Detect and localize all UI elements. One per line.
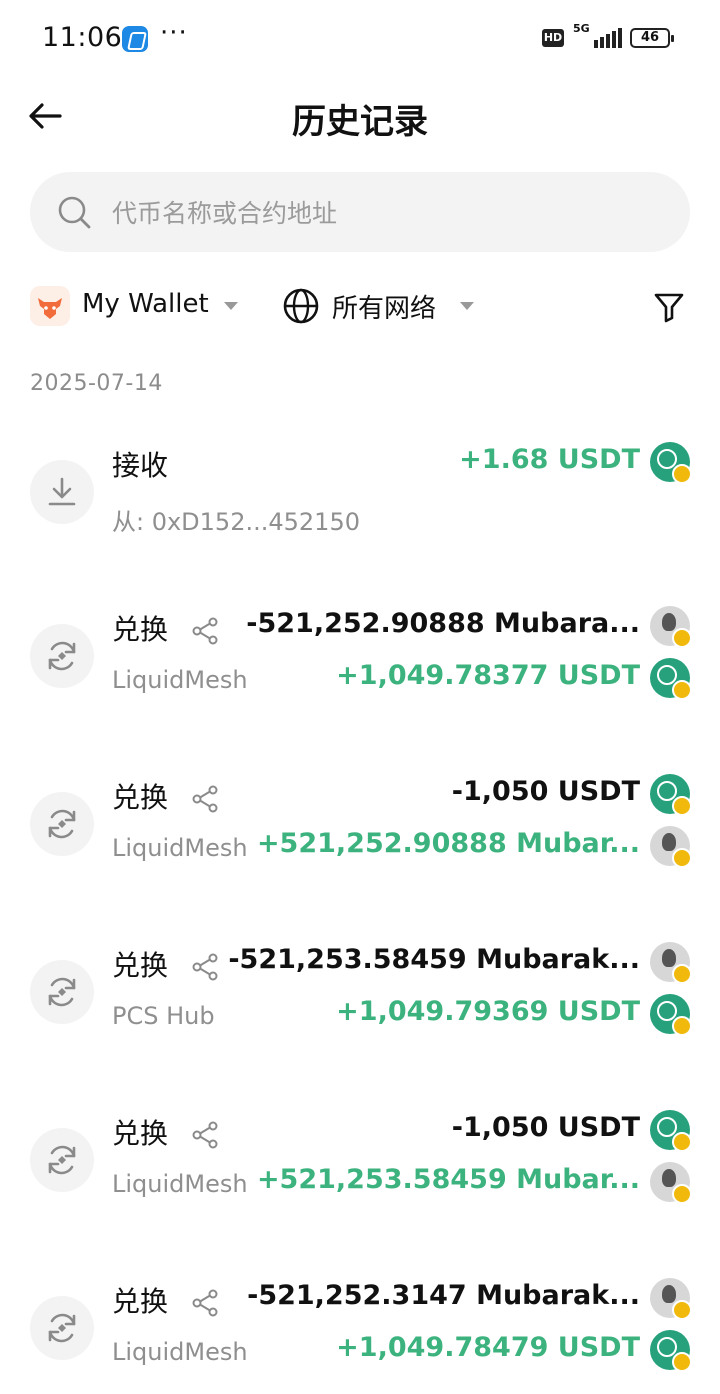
filter-icon bbox=[654, 293, 684, 323]
transaction-type: 兑换 bbox=[112, 1117, 169, 1150]
page-title: 历史记录 bbox=[292, 102, 428, 142]
app-notification-icon bbox=[122, 26, 148, 52]
transaction-type: 兑换 bbox=[112, 781, 169, 814]
share-button[interactable] bbox=[190, 784, 220, 814]
share-icon bbox=[192, 1289, 218, 1317]
transaction-source: 从: 0xD152...452150 bbox=[112, 508, 360, 536]
usdt-token-icon bbox=[650, 442, 692, 484]
amount-secondary: +521,253.58459 Mubar... bbox=[256, 1164, 640, 1195]
bnb-chain-badge-icon bbox=[672, 1352, 692, 1372]
transaction-source: LiquidMesh bbox=[112, 1338, 248, 1366]
swap-icon-circle bbox=[30, 624, 94, 688]
transaction-source: LiquidMesh bbox=[112, 834, 248, 862]
transaction-source: LiquidMesh bbox=[112, 666, 248, 694]
transaction-type: 兑换 bbox=[112, 613, 169, 646]
network-caret-icon bbox=[460, 302, 474, 310]
search-input[interactable] bbox=[110, 190, 654, 236]
amount-secondary: +521,252.90888 Mubar... bbox=[256, 828, 640, 859]
swap-icon-circle bbox=[30, 960, 94, 1024]
swap-icon bbox=[48, 1145, 76, 1175]
mubarak-token-icon bbox=[650, 942, 692, 984]
more-notifications-icon: ··· bbox=[160, 18, 188, 48]
wallet-selector[interactable]: My Wallet bbox=[82, 289, 209, 319]
transaction-type: 兑换 bbox=[112, 1285, 169, 1318]
wallet-avatar[interactable] bbox=[30, 286, 70, 326]
amount-primary: -521,252.90888 Mubara... bbox=[246, 608, 640, 639]
share-icon bbox=[192, 617, 218, 645]
signal-icon bbox=[586, 26, 622, 48]
transaction-source: PCS Hub bbox=[112, 1002, 215, 1030]
swap-icon-circle bbox=[30, 792, 94, 856]
bnb-chain-badge-icon bbox=[672, 1184, 692, 1204]
share-button[interactable] bbox=[190, 952, 220, 982]
bnb-chain-badge-icon bbox=[672, 848, 692, 868]
share-button[interactable] bbox=[190, 616, 220, 646]
wallet-caret-icon bbox=[224, 302, 238, 310]
mubarak-token-icon bbox=[650, 1278, 692, 1320]
amount-secondary: +1,049.78377 USDT bbox=[336, 660, 640, 691]
search-icon bbox=[58, 196, 91, 229]
globe-icon bbox=[283, 288, 319, 324]
download-icon bbox=[48, 477, 76, 506]
transaction-type: 兑换 bbox=[112, 949, 169, 982]
share-icon bbox=[192, 953, 218, 981]
hd-icon: HD bbox=[542, 29, 564, 47]
amount-primary: -1,050 USDT bbox=[451, 1112, 640, 1143]
bnb-chain-badge-icon bbox=[672, 1300, 692, 1320]
share-button[interactable] bbox=[190, 1288, 220, 1318]
date-header: 2025-07-14 bbox=[30, 371, 163, 396]
transaction-source: LiquidMesh bbox=[112, 1170, 248, 1198]
search-bar[interactable] bbox=[30, 172, 690, 252]
swap-icon-circle bbox=[30, 1296, 94, 1360]
share-icon bbox=[192, 785, 218, 813]
share-button[interactable] bbox=[190, 1120, 220, 1150]
amount-secondary: +1,049.79369 USDT bbox=[336, 996, 640, 1027]
bnb-chain-badge-icon bbox=[672, 964, 692, 984]
bnb-chain-badge-icon bbox=[672, 1132, 692, 1152]
swap-icon-circle bbox=[30, 1128, 94, 1192]
amount-primary: +1.68 USDT bbox=[459, 444, 640, 475]
mubarak-token-icon bbox=[650, 606, 692, 648]
amount-primary: -521,253.58459 Mubarak... bbox=[228, 944, 640, 975]
amount-primary: -521,252.3147 Mubarak... bbox=[247, 1280, 640, 1311]
mubarak-token-icon bbox=[650, 826, 692, 868]
bull-logo-icon bbox=[38, 298, 62, 319]
transaction-type: 接收 bbox=[112, 449, 169, 482]
usdt-token-icon bbox=[650, 774, 692, 816]
share-icon bbox=[192, 1121, 218, 1149]
network-selector[interactable] bbox=[282, 287, 320, 325]
status-time: 11:06 bbox=[42, 22, 123, 53]
bnb-chain-badge-icon bbox=[672, 628, 692, 648]
amount-secondary: +1,049.78479 USDT bbox=[336, 1332, 640, 1363]
mubarak-token-icon bbox=[650, 1162, 692, 1204]
swap-icon bbox=[48, 977, 76, 1007]
battery-icon: 46 bbox=[630, 28, 674, 48]
swap-icon bbox=[48, 1313, 76, 1343]
usdt-token-icon bbox=[650, 1330, 692, 1372]
swap-icon bbox=[48, 809, 76, 839]
filter-button[interactable] bbox=[652, 290, 686, 324]
bnb-chain-badge-icon bbox=[672, 1016, 692, 1036]
usdt-token-icon bbox=[650, 658, 692, 700]
bnb-chain-badge-icon bbox=[672, 680, 692, 700]
network-selector-label[interactable]: 所有网络 bbox=[332, 288, 436, 325]
swap-icon bbox=[48, 641, 76, 671]
bnb-chain-badge-icon bbox=[672, 464, 692, 484]
receive-icon-circle bbox=[30, 460, 94, 524]
amount-primary: -1,050 USDT bbox=[451, 776, 640, 807]
usdt-token-icon bbox=[650, 994, 692, 1036]
usdt-token-icon bbox=[650, 1110, 692, 1152]
bnb-chain-badge-icon bbox=[672, 796, 692, 816]
